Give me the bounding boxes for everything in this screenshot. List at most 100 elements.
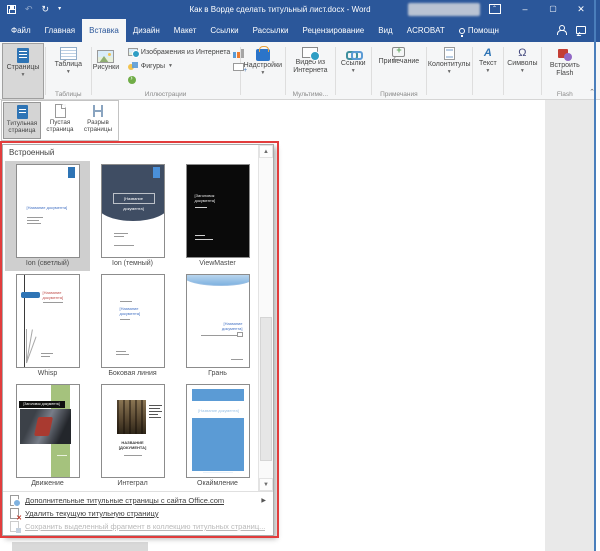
- group-links: Ссылки ▼: [337, 43, 370, 99]
- title-bar: ↶ ↻ ▾ Как в Ворде сделать титульный лист…: [0, 0, 600, 19]
- pages-dropdown-panel: Титульная страница Пустая страница Разры…: [1, 100, 119, 141]
- online-pictures-button[interactable]: Изображения из Интернета: [127, 46, 230, 58]
- sign-in-icon[interactable]: [557, 25, 567, 35]
- close-button[interactable]: ✕: [570, 0, 592, 19]
- gallery-item-ion-dark[interactable]: [Название документа] Ion (темный): [90, 161, 175, 271]
- maximize-button[interactable]: ▢: [542, 0, 564, 19]
- menu-item-remove-cover-page[interactable]: Удалить текущую титульную страницу: [3, 507, 273, 522]
- submenu-arrow-icon: ▶: [261, 498, 266, 504]
- cover-thumbnail: НАЗВАНИЕ [ДОКУМЕНТА]: [100, 384, 165, 478]
- gallery-scrollbar[interactable]: ▲ ▼: [258, 145, 273, 491]
- gallery-item-ion-light[interactable]: [Название документа] Ion (светлый): [5, 161, 90, 271]
- quick-access-toolbar: ↶ ↻ ▾: [7, 0, 61, 19]
- gallery-section-header: Встроенный: [9, 148, 55, 157]
- group-media: Видео из Интернета Мультиме...: [287, 43, 333, 99]
- smartart-icon: [127, 75, 136, 84]
- gallery-item-integral[interactable]: НАЗВАНИЕ [ДОКУМЕНТА] Интеграл: [90, 381, 175, 491]
- group-pages: Страницы ▼: [2, 43, 44, 99]
- scrollbar-thumb[interactable]: [260, 317, 272, 461]
- chevron-down-icon: ▼: [350, 68, 356, 74]
- blank-page-button[interactable]: Пустая страница: [41, 102, 79, 139]
- cover-page-icon: [16, 105, 28, 119]
- group-tables: Таблица ▼ Таблицы: [47, 43, 90, 99]
- pages-button[interactable]: Страницы ▼: [2, 43, 44, 99]
- header-footer-button[interactable]: Колонтитулы ▼: [428, 43, 470, 99]
- blurred-account-area: [408, 3, 480, 16]
- gallery-item-viewmaster[interactable]: [Заголовок документа] ViewMaster: [175, 161, 260, 271]
- background-element: [12, 542, 148, 551]
- group-comments: Примечание Примечания: [373, 43, 425, 99]
- shapes-icon: [127, 61, 138, 71]
- group-label-illustrations: Иллюстрации: [144, 91, 187, 98]
- cover-page-button[interactable]: Титульная страница: [3, 102, 41, 139]
- scroll-up-icon[interactable]: ▲: [259, 145, 273, 158]
- cover-thumbnail: [Название документа]: [100, 164, 165, 258]
- tab-layout[interactable]: Макет: [167, 19, 204, 42]
- blank-page-icon: [54, 104, 66, 118]
- scroll-down-icon[interactable]: ▼: [259, 478, 273, 491]
- tab-view[interactable]: Вид: [371, 19, 399, 42]
- window-title: Как в Ворде сделать титульный лист.docx …: [189, 5, 371, 14]
- tab-references[interactable]: Ссылки: [203, 19, 245, 42]
- tell-me-button[interactable]: Помощн: [452, 19, 506, 42]
- group-header-footer: Колонтитулы ▼: [428, 43, 471, 99]
- gallery-item-sideline[interactable]: [Название документа] Боковая линия: [90, 271, 175, 381]
- undo-icon[interactable]: ↶: [25, 0, 33, 19]
- cover-thumbnail: [Заголовок документа]: [15, 384, 80, 478]
- online-covers-icon: [10, 495, 21, 507]
- menu-item-more-covers-office-com[interactable]: Дополнительные титульные страницы с сайт…: [3, 494, 273, 507]
- document-scroll-area[interactable]: [545, 100, 594, 551]
- cover-thumbnail: [Название документа]: [100, 274, 165, 368]
- tab-design[interactable]: Дизайн: [126, 19, 167, 42]
- online-video-icon: [302, 47, 321, 61]
- link-icon: [346, 49, 364, 60]
- group-label-comments: Примечания: [380, 91, 418, 98]
- tab-acrobat[interactable]: ACROBAT: [400, 19, 452, 42]
- page-icon: [17, 48, 29, 63]
- tab-home[interactable]: Главная: [38, 19, 82, 42]
- tab-mailings[interactable]: Рассылки: [246, 19, 296, 42]
- gallery-item-facet[interactable]: [Название документа] Грань: [175, 271, 260, 381]
- picture-icon: [97, 50, 115, 63]
- customize-qat-icon[interactable]: ▾: [58, 0, 61, 19]
- tab-review[interactable]: Рецензирование: [295, 19, 371, 42]
- gallery-footer-menu: Дополнительные титульные страницы с сайт…: [3, 491, 273, 535]
- save-icon[interactable]: [7, 5, 16, 14]
- cover-thumbnail: [Название документа]: [185, 384, 250, 478]
- table-icon: [59, 47, 77, 60]
- window-border: [594, 0, 596, 551]
- chevron-down-icon: ▼: [485, 68, 491, 74]
- page-break-button[interactable]: Разрыв страницы: [79, 102, 117, 139]
- addins-button[interactable]: Надстройки ▼: [244, 43, 282, 99]
- chevron-down-icon: ▼: [20, 72, 26, 78]
- new-comment-icon: [392, 46, 406, 57]
- ribbon-display-options-icon[interactable]: [489, 4, 501, 14]
- tab-insert[interactable]: Вставка: [82, 19, 126, 42]
- links-button[interactable]: Ссылки ▼: [341, 43, 366, 99]
- feedback-icon[interactable]: [576, 26, 586, 34]
- gallery-item-bordered[interactable]: [Название документа] Окаймление: [175, 381, 260, 491]
- symbols-button[interactable]: Ω Символы ▼: [507, 43, 537, 99]
- minimize-button[interactable]: –: [514, 0, 536, 19]
- shapes-button[interactable]: Фигуры ▼: [127, 60, 230, 72]
- header-footer-icon: [443, 47, 455, 60]
- cover-thumbnail: [Заголовок документа]: [185, 164, 250, 258]
- text-button[interactable]: А Текст ▼: [479, 43, 497, 99]
- group-text: А Текст ▼: [473, 43, 502, 99]
- cover-thumbnail: [Название документа]: [185, 274, 250, 368]
- group-label-tables: Таблицы: [55, 91, 82, 98]
- group-label-flash: Flash: [556, 91, 573, 98]
- gallery-item-motion[interactable]: [Заголовок документа] Движение: [5, 381, 90, 491]
- gallery-item-whisp[interactable]: [Название документа] Whisp: [5, 271, 90, 381]
- menu-item-save-selection: Сохранить выделенный фрагмент в коллекци…: [3, 520, 273, 533]
- group-illustrations: Рисунки Изображения из Интернета Фигуры …: [93, 43, 247, 99]
- save-selection-icon: [10, 521, 21, 533]
- chevron-down-icon: ▼: [65, 69, 71, 75]
- smartart-button[interactable]: [127, 74, 230, 86]
- tab-file[interactable]: Файл: [4, 19, 38, 42]
- flash-icon: [557, 49, 572, 61]
- chevron-down-icon: ▼: [519, 68, 525, 74]
- redo-icon[interactable]: ↻: [42, 0, 50, 19]
- page-break-icon: [92, 104, 104, 118]
- chevron-down-icon: ▼: [260, 70, 266, 76]
